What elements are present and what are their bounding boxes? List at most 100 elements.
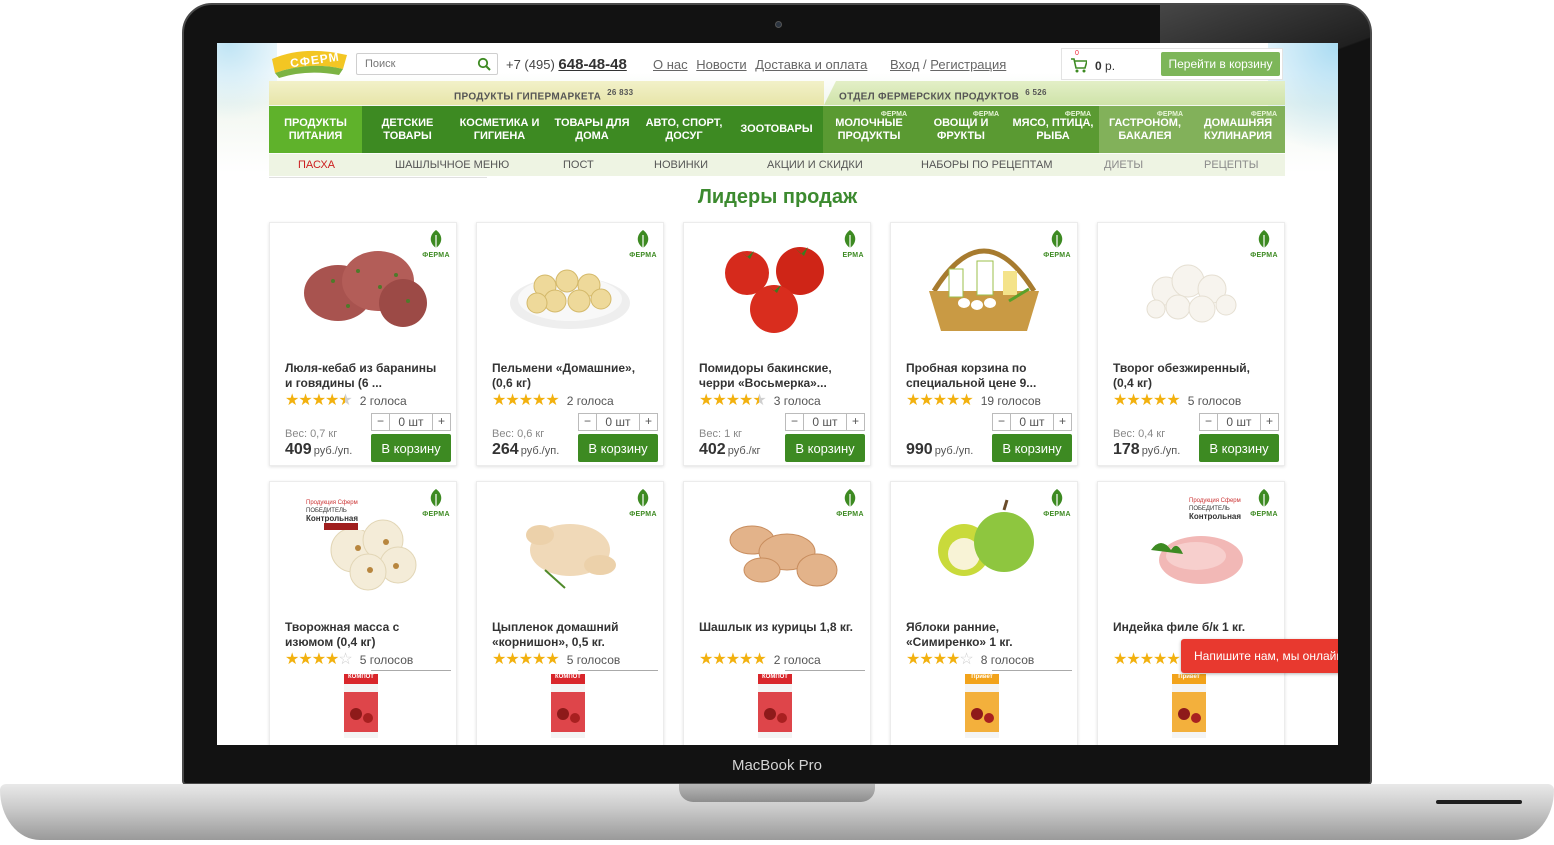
rating-stars[interactable]: ★★★★☆ — [906, 652, 974, 668]
nav-dairy[interactable]: ФЕРМА Молочные продукты — [823, 106, 915, 153]
link-news[interactable]: Новости — [696, 57, 746, 72]
rating-stars[interactable]: ★★★★★ — [285, 393, 353, 409]
increase-button[interactable]: + — [639, 414, 657, 430]
go-to-cart-button[interactable]: Перейти в корзину — [1161, 52, 1280, 76]
rating-stars[interactable]: ★★★★☆ — [285, 652, 353, 668]
search-icon[interactable] — [477, 57, 491, 71]
product-name[interactable]: Индейка филе б/к 1 кг. — [1113, 620, 1273, 635]
product-image[interactable] — [505, 231, 635, 341]
rating-stars[interactable]: ★★★★★ — [699, 652, 767, 668]
product-rating: ★★★★★ 2 голоса — [285, 393, 407, 409]
add-to-cart-button[interactable]: В корзину — [1199, 434, 1279, 462]
nav-kids[interactable]: Детские товары — [362, 106, 453, 153]
rating-stars[interactable]: ★★★★★ — [699, 393, 767, 409]
product-name[interactable]: Цыпленок домашний «корнишон», 0,5 кг. — [492, 620, 652, 650]
subnav-bbq[interactable]: ШАШЛЫЧНОЕ МЕНЮ — [395, 159, 509, 171]
search-box[interactable] — [356, 53, 498, 75]
price-unit: руб./кг — [727, 445, 761, 457]
nav-vegetables[interactable]: ФЕРМА Овощи и фрукты — [915, 106, 1007, 153]
subnav-new[interactable]: НОВИНКИ — [654, 159, 708, 171]
add-to-cart-button[interactable]: В корзину — [785, 434, 865, 462]
product-image[interactable] — [712, 490, 842, 600]
product-card[interactable]: ФЕРМА Цыпленок домашний «корнишон», 0,5 к… — [476, 481, 664, 745]
increase-button[interactable]: + — [1053, 414, 1071, 430]
nav-pets[interactable]: Зоотовары — [730, 106, 823, 153]
decrease-button[interactable]: − — [1200, 414, 1218, 430]
product-card[interactable]: ФЕРМА Помидоры бакинские, черри «Восьмерк… — [683, 222, 871, 466]
search-input[interactable] — [357, 54, 472, 74]
subnav-lent[interactable]: ПОСТ — [563, 159, 594, 171]
add-to-cart-button[interactable]: В корзину — [992, 434, 1072, 462]
add-to-cart-button[interactable]: В корзину — [578, 434, 658, 462]
product-image[interactable] — [712, 231, 842, 341]
product-card[interactable]: ФЕРМА Продукция Сферм ПОБЕДИТЕЛЬ Контрольна… — [1097, 481, 1285, 745]
product-name[interactable]: Люля-кебаб из баранины и говядины (6 ... — [285, 361, 445, 391]
add-to-cart-button[interactable]: В корзину — [371, 434, 451, 462]
product-card[interactable]: ФЕРМА Пельмени «Домашние», (0,6 кг) ★★★★★ 2… — [476, 222, 664, 466]
subnav-recipe-sets[interactable]: НАБОРЫ ПО РЕЦЕПТАМ — [921, 159, 1053, 171]
register-link[interactable]: Регистрация — [930, 57, 1006, 72]
product-image[interactable] — [919, 490, 1049, 600]
subnav-recipes[interactable]: РЕЦЕПТЫ — [1204, 159, 1259, 171]
chat-widget-button[interactable]: Напишите нам, мы онлайн — [1181, 639, 1338, 673]
rating-stars[interactable]: ★★★★★ — [492, 393, 560, 409]
product-card[interactable]: ФЕРМА Шашлык из курицы 1,8 кг. ★★★★★ 2 голо… — [683, 481, 871, 745]
product-image[interactable] — [919, 231, 1049, 341]
product-card[interactable]: ФЕРМА Продукция Сферм ПОБЕДИТЕЛЬ Контрольна… — [269, 481, 457, 745]
product-card[interactable]: ФЕРМА Люля-кебаб из баранины и говядины (… — [269, 222, 457, 466]
product-image[interactable]: Продукция Сферм ПОБЕДИТЕЛЬ Контрольная — [1126, 490, 1256, 600]
phone-number[interactable]: +7 (495) 648-48-48 — [506, 56, 627, 73]
decrease-button[interactable]: − — [579, 414, 597, 430]
product-name[interactable]: Творожная масса с изюмом (0,4 кг) — [285, 620, 445, 650]
product-name[interactable]: Пробная корзина по специальной цене 9... — [906, 361, 1066, 391]
product-card[interactable]: ФЕРМА Яблоки ранние, «Симиренко» 1 кг. ★★★… — [890, 481, 1078, 745]
product-name[interactable]: Яблоки ранние, «Симиренко» 1 кг. — [906, 620, 1066, 650]
nav-meat[interactable]: ФЕРМА Мясо, птица, рыба — [1007, 106, 1099, 153]
product-image[interactable] — [298, 231, 428, 341]
nav-food[interactable]: Продукты питания — [269, 106, 362, 153]
rating-stars[interactable]: ★★★★★ — [492, 652, 560, 668]
quantity-value[interactable]: 0 шт — [390, 415, 432, 429]
product-name[interactable]: Помидоры бакинские, черри «Восьмерка»... — [699, 361, 859, 391]
quantity-value[interactable]: 0 шт — [804, 415, 846, 429]
product-card[interactable]: ФЕРМА Пробная корзина по специальной цене… — [890, 222, 1078, 466]
product-image[interactable] — [1126, 231, 1256, 341]
product-image[interactable]: Продукция Сферм ПОБЕДИТЕЛЬ Контрольная — [298, 490, 428, 600]
subnav-sales[interactable]: АКЦИИ И СКИДКИ — [767, 159, 863, 171]
main-nav: Продукты питания Детские товары Косметик… — [269, 106, 1285, 153]
tab-farm[interactable]: ОТДЕЛ ФЕРМЕРСКИХ ПРОДУКТОВ 6 526 — [824, 81, 1285, 105]
rating-stars[interactable]: ★★★★★ — [1113, 393, 1181, 409]
nav-home[interactable]: Товары для дома — [546, 106, 638, 153]
nav-cosmetics[interactable]: Косметика и гигиена — [453, 106, 546, 153]
phone-main[interactable]: 648-48-48 — [558, 56, 626, 73]
increase-button[interactable]: + — [846, 414, 864, 430]
quantity-value[interactable]: 0 шт — [1011, 415, 1053, 429]
rating-stars[interactable]: ★★★★★ — [1113, 652, 1181, 668]
cart-icon[interactable] — [1071, 58, 1087, 73]
nav-auto-sport[interactable]: Авто, спорт, досуг — [638, 106, 730, 153]
increase-button[interactable]: + — [432, 414, 450, 430]
link-about[interactable]: О нас — [653, 57, 688, 72]
quantity-value[interactable]: 0 шт — [597, 415, 639, 429]
site-logo[interactable]: СФЕРМ — [269, 47, 349, 79]
nav-grocery[interactable]: ФЕРМА Гастроном, бакалея — [1099, 106, 1191, 153]
product-name[interactable]: Творог обезжиренный, (0,4 кг) — [1113, 361, 1273, 391]
tab-hypermarket[interactable]: ПРОДУКТЫ ГИПЕРМАРКЕТА 26 833 — [269, 81, 824, 105]
product-name[interactable]: Пельмени «Домашние», (0,6 кг) — [492, 361, 652, 391]
nav-label: Авто, спорт, досуг — [645, 116, 723, 142]
decrease-button[interactable]: − — [786, 414, 804, 430]
subnav-easter[interactable]: ПАСХА — [298, 159, 335, 171]
login-link[interactable]: Вход — [890, 57, 919, 72]
subnav-diets[interactable]: ДИЕТЫ — [1104, 159, 1143, 171]
decrease-button[interactable]: − — [372, 414, 390, 430]
juice-brand: КОМПОТ — [762, 674, 788, 680]
product-image[interactable] — [505, 490, 635, 600]
quantity-value[interactable]: 0 шт — [1218, 415, 1260, 429]
decrease-button[interactable]: − — [993, 414, 1011, 430]
product-card[interactable]: ФЕРМА Творог обезжиренный, (0,4 кг) ★★★★★ 5… — [1097, 222, 1285, 466]
rating-stars[interactable]: ★★★★★ — [906, 393, 974, 409]
link-delivery[interactable]: Доставка и оплата — [755, 57, 867, 72]
increase-button[interactable]: + — [1260, 414, 1278, 430]
product-name[interactable]: Шашлык из курицы 1,8 кг. — [699, 620, 859, 635]
nav-cooking[interactable]: ФЕРМА Домашняя кулинария — [1191, 106, 1285, 153]
